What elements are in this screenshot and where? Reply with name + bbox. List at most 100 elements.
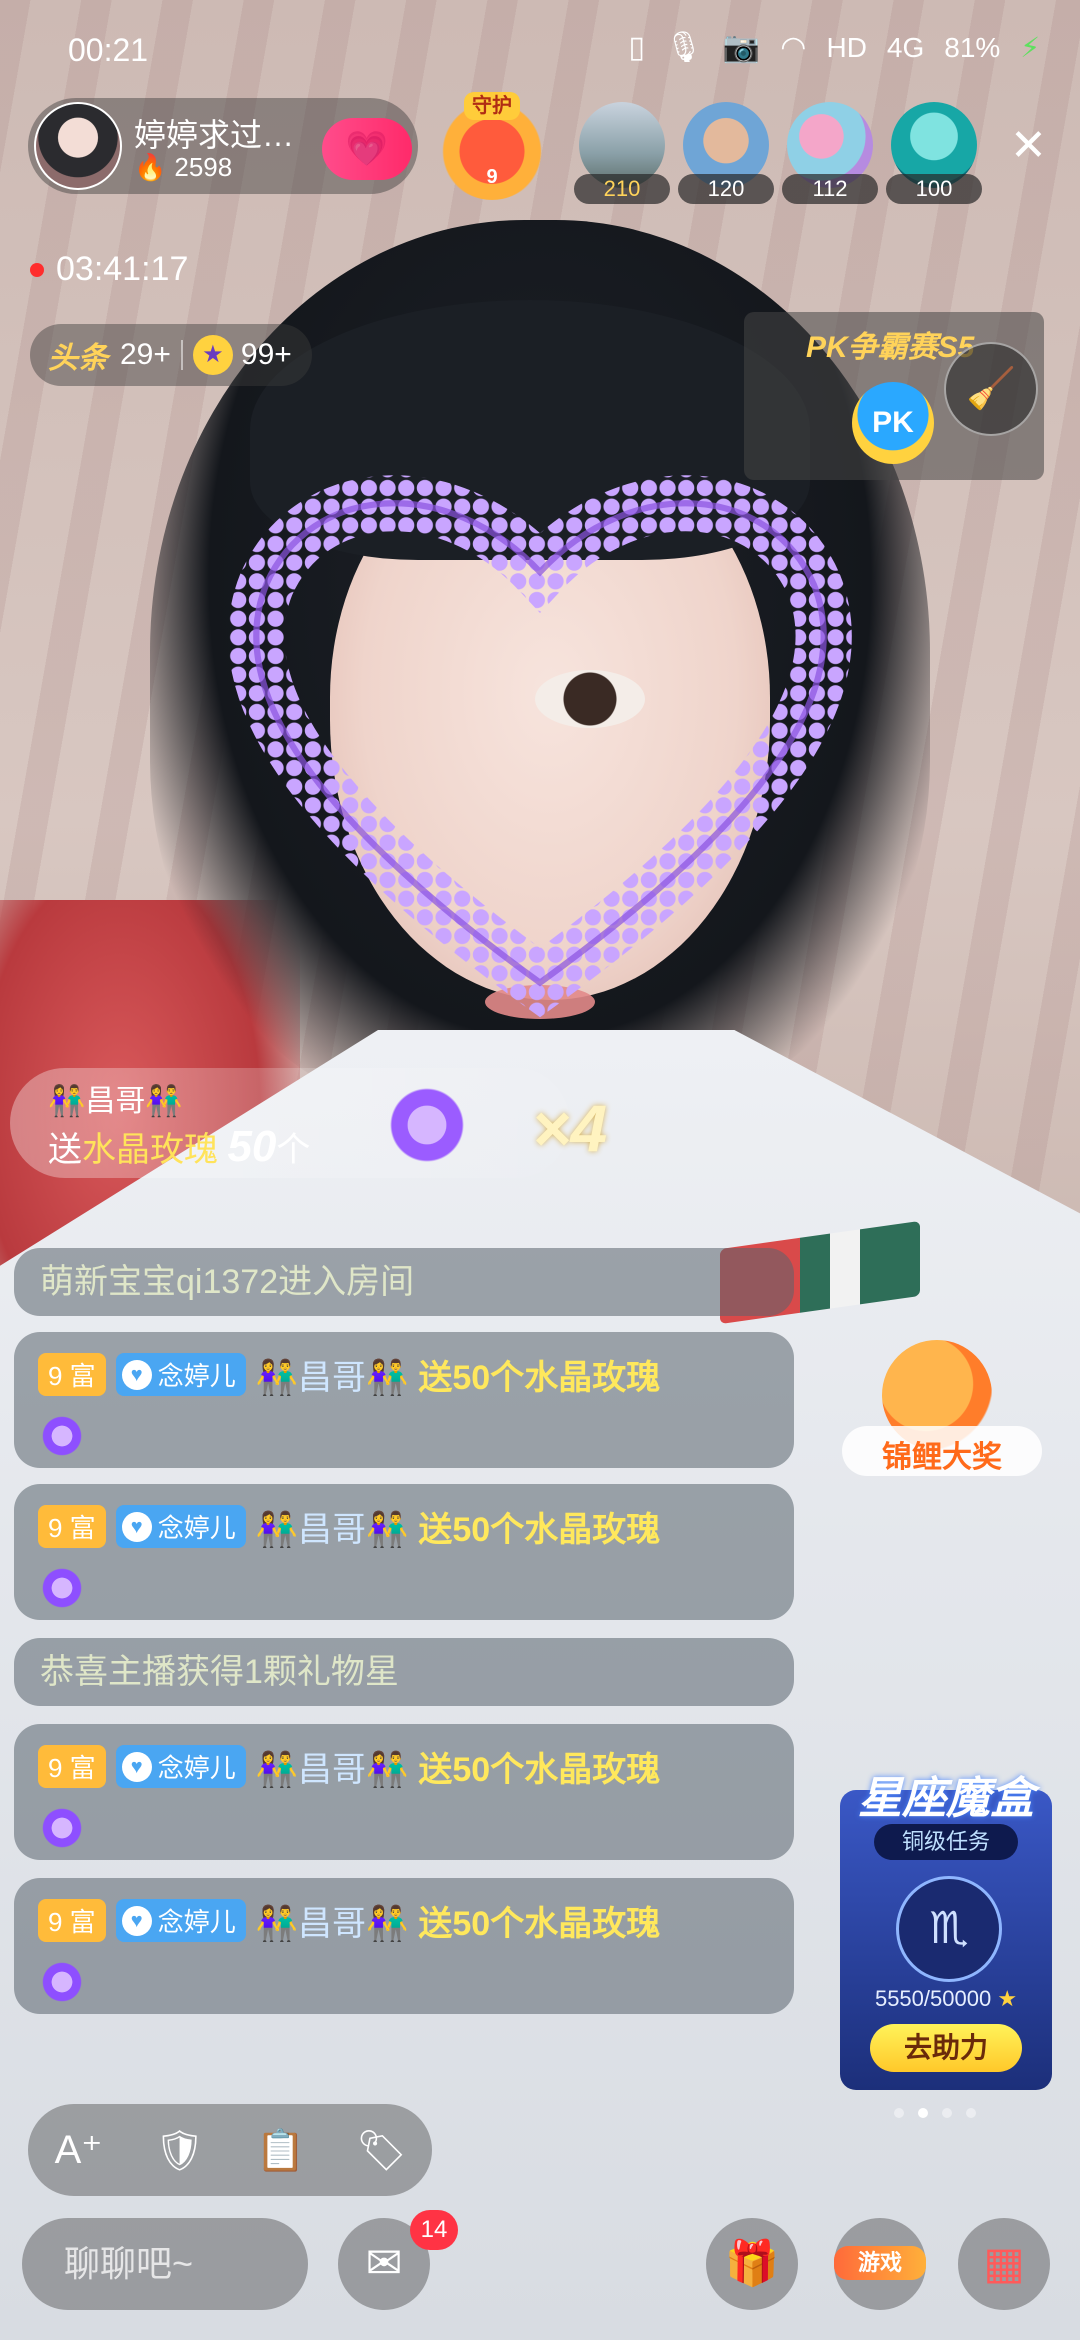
koi-prize-widget[interactable]: 锦鲤大奖: [842, 1340, 1042, 1510]
gift-amount: 50: [227, 1122, 277, 1171]
gift-banner: 👫昌哥👫 送水晶玫瑰 50个 ×4: [10, 1068, 607, 1178]
koi-label: 锦鲤大奖: [882, 1441, 1002, 1474]
viewer-avatar[interactable]: 112: [782, 102, 878, 204]
headline-count: 29+: [120, 338, 171, 371]
fan-heart-icon: ♥: [121, 1751, 152, 1782]
tag-icon[interactable]: 🏷: [352, 2127, 412, 2174]
carousel-dot-active[interactable]: [918, 2108, 928, 2118]
vibrate-icon: ▯: [628, 31, 645, 64]
network-type: HD: [826, 31, 867, 63]
fan-badge-text: 念婷儿: [157, 1907, 236, 1937]
viewer-avatar[interactable]: 100: [886, 102, 982, 204]
wealth-level-badge: 9 富: [38, 1899, 106, 1942]
chat-gift-message[interactable]: 9 富 ♥ 念婷儿 👫昌哥👫 送50个水晶玫瑰: [14, 1332, 794, 1468]
live-dot: [30, 262, 44, 277]
flame-icon: 🔥: [134, 152, 167, 182]
divider: [180, 340, 183, 370]
gift-name: 水晶玫瑰: [82, 1131, 218, 1169]
gift-icon[interactable]: 🎁: [706, 2218, 798, 2310]
gift-line: 送水晶玫瑰 50个: [48, 1122, 310, 1172]
fan-badge: ♥ 念婷儿: [115, 1353, 246, 1396]
mail-badge: 14: [410, 2210, 458, 2250]
chat-username[interactable]: 👫昌哥👫: [256, 1896, 409, 1945]
scorpio-icon: ♏: [896, 1876, 1002, 1982]
fan-heart-icon: ♥: [121, 1511, 152, 1542]
crystal-rose-icon: [38, 1564, 86, 1612]
wealth-level-badge: 9 富: [38, 1353, 106, 1396]
chat-username[interactable]: 👫昌哥👫: [256, 1502, 409, 1551]
close-icon[interactable]: ✕: [1010, 124, 1047, 168]
follow-heart-button[interactable]: 💗: [322, 118, 412, 180]
viewer-score: 120: [678, 174, 774, 204]
chat-system-message: 恭喜主播获得1颗礼物星: [14, 1638, 794, 1706]
star-box-widget[interactable]: 星座魔盒 铜级任务 ♏ 5550/50000 ★ 去助力: [840, 1774, 1052, 2090]
star-box-progress: 5550/50000 ★: [840, 1986, 1052, 2012]
host-avatar[interactable]: [34, 102, 122, 190]
guard-shield-icon[interactable]: 🛡: [150, 2127, 210, 2174]
viewer-avatar[interactable]: 210: [574, 102, 670, 204]
status-bar: 00:21 ▯ 🎙 📷 ◠ HD 4G 81% ⚡: [0, 0, 1080, 100]
heart-icon: 💗: [345, 130, 389, 168]
chat-system-message: 萌新宝宝qi1372进入房间: [14, 1248, 794, 1316]
chat-gift-message[interactable]: 9 富 ♥ 念婷儿 👫昌哥👫 送50个水晶玫瑰: [14, 1484, 794, 1620]
chat-gift-message[interactable]: 9 富 ♥ 念婷儿 👫昌哥👫 送50个水晶玫瑰: [14, 1724, 794, 1860]
pk-title: PK争霸赛S5: [806, 331, 975, 364]
signal-type: 4G: [886, 31, 925, 63]
gift-sender: 👫昌哥👫: [48, 1085, 183, 1118]
crystal-rose-icon: [38, 1412, 86, 1460]
fan-heart-icon: ♥: [121, 1905, 152, 1936]
carousel-dot[interactable]: [894, 2108, 904, 2118]
crystal-rose-icon: [382, 1080, 472, 1170]
popularity-count: 2598: [174, 152, 233, 182]
battery-level: 81%: [944, 31, 1001, 63]
viewer-avatar[interactable]: 120: [678, 102, 774, 204]
clock: 00:21: [68, 32, 149, 68]
carousel-dot[interactable]: [966, 2108, 976, 2118]
guard-count: 9: [486, 166, 498, 188]
fan-badge-text: 念婷儿: [157, 1361, 236, 1391]
pk-button[interactable]: PK: [852, 382, 934, 464]
pk-panel[interactable]: PK争霸赛S5 PK 🧹: [744, 312, 1044, 480]
wealth-level-badge: 9 富: [38, 1505, 106, 1548]
star-box-task: 铜级任务: [874, 1824, 1018, 1860]
viewer-score: 112: [782, 174, 878, 204]
charging-icon: ⚡: [1020, 32, 1040, 63]
viewer-score: 210: [574, 174, 670, 204]
game-label: 游戏: [834, 2246, 926, 2280]
live-duration: 03:41:17: [30, 250, 188, 289]
help-button[interactable]: 去助力: [870, 2024, 1022, 2072]
gift-prefix: 送: [48, 1131, 82, 1169]
guard-badge[interactable]: 守护 9: [438, 92, 546, 200]
task-list-icon[interactable]: 📋: [251, 2127, 311, 2174]
carousel-dots: [894, 2108, 976, 2118]
chat-gift-message[interactable]: 9 富 ♥ 念婷儿 👫昌哥👫 送50个水晶玫瑰: [14, 1878, 794, 2014]
gift-unit: 个: [276, 1131, 311, 1169]
fan-heart-icon: ♥: [121, 1359, 152, 1390]
font-size-icon[interactable]: A⁺: [49, 2127, 109, 2173]
fan-badge-text: 念婷儿: [157, 1753, 236, 1783]
chat-action: 送50个水晶玫瑰: [418, 1359, 661, 1397]
chat-username[interactable]: 👫昌哥👫: [256, 1742, 409, 1791]
camera-icon: 📷: [722, 31, 761, 64]
tool-bar: A⁺ 🛡 📋 🏷: [28, 2104, 432, 2196]
star-count: 99+: [240, 338, 292, 371]
rank-pill[interactable]: 头条 29+ ★ 99+: [30, 324, 312, 386]
more-apps-icon[interactable]: ▦: [958, 2218, 1050, 2310]
crystal-rose-icon: [38, 1958, 86, 2006]
chat-action: 送50个水晶玫瑰: [418, 1511, 661, 1549]
star-icon: ★: [192, 335, 233, 375]
gift-multiplier: ×4: [532, 1091, 608, 1165]
wifi-icon: ◠: [780, 31, 807, 64]
game-button[interactable]: 游戏: [834, 2218, 926, 2310]
top-viewers-list: 210 120 112 100: [574, 102, 982, 204]
star-box-progress-text: 5550/50000: [874, 1986, 992, 2011]
live-duration-text: 03:41:17: [56, 250, 189, 288]
viewer-score: 100: [886, 174, 982, 204]
chat-input[interactable]: 聊聊吧~: [22, 2218, 308, 2310]
headline-label: 头条: [48, 342, 108, 375]
chat-username[interactable]: 👫昌哥👫: [256, 1350, 409, 1399]
fan-badge-text: 念婷儿: [157, 1513, 236, 1543]
star-box-title: 星座魔盒: [858, 1774, 1034, 1823]
carousel-dot[interactable]: [942, 2108, 952, 2118]
clean-screen-brush-icon[interactable]: 🧹: [944, 342, 1038, 436]
